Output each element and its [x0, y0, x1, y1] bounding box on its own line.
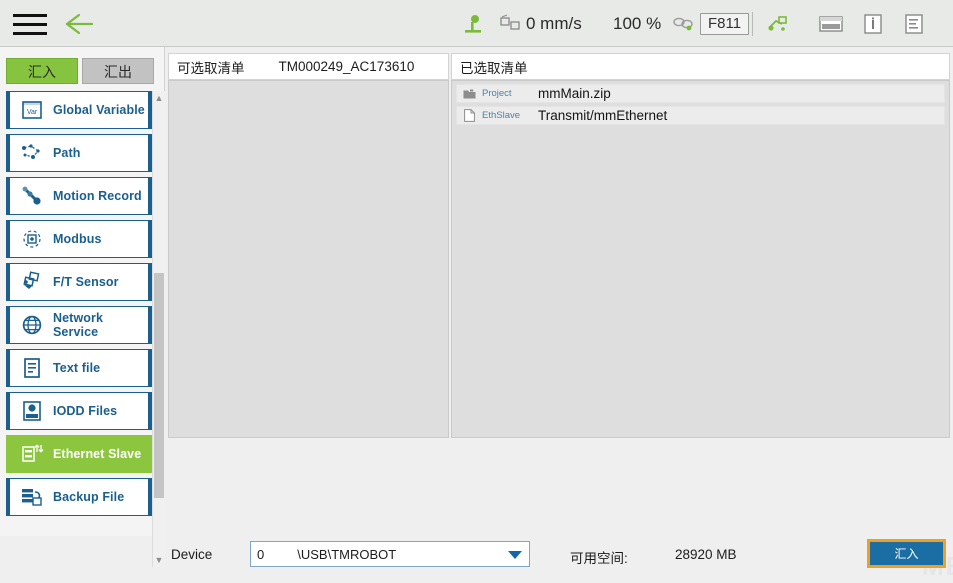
log-list-icon[interactable]	[903, 0, 925, 47]
sidebar-item-label: Network Service	[53, 311, 104, 339]
project-code-badge[interactable]: F811	[700, 0, 750, 47]
toolbar-divider	[752, 12, 753, 36]
sidebar-item-ft-sensor[interactable]: F/T Sensor	[6, 263, 152, 301]
sidebar-item-label: Ethernet Slave	[53, 447, 142, 461]
speed-indicator[interactable]: 0 mm/s	[500, 0, 582, 47]
sidebar-item-label: Motion Record	[53, 189, 142, 203]
available-space-label: 可用空间:	[570, 551, 628, 566]
device-label: Device	[171, 547, 213, 562]
sidebar-item-label: F/T Sensor	[53, 275, 119, 289]
sidebar-item-label: IODD Files	[53, 404, 118, 418]
globe-icon	[15, 314, 49, 336]
main-content: 可选取清单 TM000249_AC173610 已选取清单 Project mm…	[165, 47, 953, 581]
available-space-value: 28920 MB	[675, 547, 737, 562]
sidebar-item-network-service[interactable]: Network Service	[6, 306, 152, 344]
info-icon[interactable]	[862, 0, 884, 47]
list-item-name: mmMain.zip	[538, 86, 611, 101]
sidebar-item-label: Text file	[53, 361, 101, 375]
sidebar-item-label: Path	[53, 146, 81, 160]
eye-toggle-icon[interactable]	[672, 0, 696, 47]
device-number: 0	[257, 546, 265, 562]
motion-record-icon	[15, 185, 49, 207]
top-toolbar: 0 mm/s 100 % F811	[0, 0, 953, 47]
selected-list-body[interactable]: Project mmMain.zip EthSlave Transmit/mmE…	[451, 80, 950, 438]
tab-import[interactable]: 汇入	[6, 58, 78, 84]
sidebar-nav-list: Var Global Variable Path Motion Record M…	[6, 91, 152, 523]
sidebar-item-ethernet-slave[interactable]: Ethernet Slave	[6, 435, 152, 473]
back-arrow-icon[interactable]	[62, 11, 96, 37]
left-sidebar: 汇入 汇出 Var Global Variable Path Motion Re…	[0, 47, 165, 567]
sidebar-scrollbar[interactable]: ▲ ▼	[152, 91, 165, 567]
speed-percent[interactable]: 100 %	[613, 0, 661, 47]
available-list-header: 可选取清单 TM000249_AC173610	[168, 53, 449, 80]
speed-value: 0 mm/s	[526, 13, 582, 33]
available-list-subtitle: TM000249_AC173610	[278, 59, 415, 74]
modbus-icon	[15, 228, 49, 250]
sidebar-item-label: Backup File	[53, 490, 125, 504]
chevron-up-icon[interactable]: ▲	[153, 91, 165, 105]
backup-file-icon	[15, 486, 49, 508]
list-item[interactable]: Project mmMain.zip	[456, 84, 945, 103]
sidebar-item-modbus[interactable]: Modbus	[6, 220, 152, 258]
selected-list-header: 已选取清单	[451, 53, 950, 80]
list-item[interactable]: EthSlave Transmit/mmEthernet	[456, 106, 945, 125]
sidebar-item-motion-record[interactable]: Motion Record	[6, 177, 152, 215]
selected-list-title: 已选取清单	[460, 60, 528, 76]
import-button[interactable]: 汇入	[867, 539, 946, 568]
available-list-title: 可选取清单	[177, 60, 245, 76]
robot-base-icon[interactable]	[462, 0, 484, 47]
available-list-body[interactable]	[168, 80, 449, 438]
hamburger-menu-icon[interactable]	[13, 14, 47, 36]
sidebar-item-path[interactable]: Path	[6, 134, 152, 172]
file-icon	[460, 109, 478, 122]
scrollbar-thumb[interactable]	[154, 273, 164, 498]
sidebar-item-label: Global Variable	[53, 103, 145, 117]
speed-icon	[500, 13, 520, 30]
chevron-down-icon[interactable]: ▼	[153, 553, 165, 567]
caret-down-icon[interactable]	[508, 551, 522, 559]
list-item-type: EthSlave	[482, 110, 521, 121]
device-select[interactable]: 0 \USB\TMROBOT	[250, 541, 530, 567]
device-path: \USB\TMROBOT	[297, 546, 397, 562]
sidebar-item-global-variable[interactable]: Var Global Variable	[6, 91, 152, 129]
iodd-files-icon	[15, 400, 49, 422]
flow-node-icon[interactable]	[766, 0, 790, 47]
sidebar-item-backup-file[interactable]: Backup File	[6, 478, 152, 516]
import-export-tabs: 汇入 汇出	[6, 58, 158, 84]
sidebar-item-label: Modbus	[53, 232, 102, 246]
text-file-icon	[15, 357, 49, 379]
sidebar-item-iodd-files[interactable]: IODD Files	[6, 392, 152, 430]
list-item-type: Project	[482, 88, 512, 99]
svg-text:Var: Var	[27, 109, 38, 116]
folder-zip-icon	[460, 88, 478, 100]
sidebar-item-text-file[interactable]: Text file	[6, 349, 152, 387]
tab-export[interactable]: 汇出	[82, 58, 154, 84]
ft-sensor-icon	[15, 271, 49, 293]
path-icon	[15, 142, 49, 164]
ethernet-slave-icon	[15, 443, 49, 465]
list-item-name: Transmit/mmEthernet	[538, 108, 668, 123]
keyboard-icon[interactable]	[818, 0, 844, 47]
variable-icon: Var	[15, 99, 49, 121]
